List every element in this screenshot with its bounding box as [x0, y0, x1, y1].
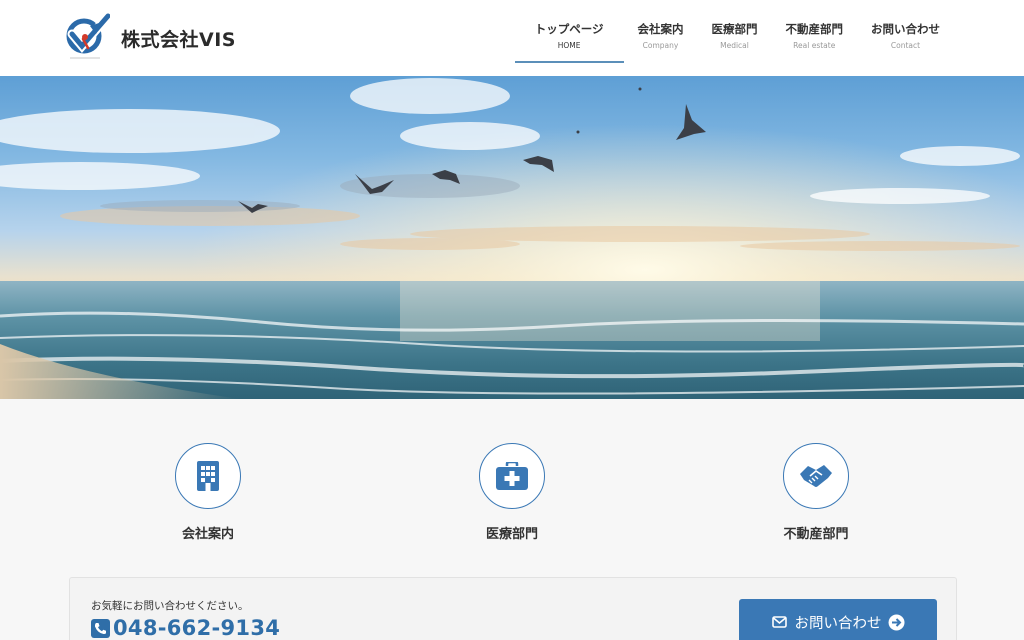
phone-number[interactable]: 048-662-9134	[91, 616, 280, 640]
main-nav: トップページ HOME 会社案内 Company 医療部門 Medical 不動…	[514, 0, 954, 76]
phone-square-icon	[91, 618, 110, 638]
nav-label: トップページ	[534, 21, 604, 36]
feature-section: 会社案内 医療部門 不動産部門	[0, 399, 1024, 576]
feature-label: 不動産部門	[783, 527, 849, 542]
feature-icon-circle[interactable]	[479, 443, 545, 509]
nav-label: 不動産部門	[785, 21, 844, 36]
nav-label: 会社案内	[637, 21, 684, 36]
nav-sublabel: Medical	[720, 40, 749, 50]
feature-real-estate[interactable]: 不動産部門	[746, 443, 886, 542]
phone-text: 048-662-9134	[113, 616, 281, 640]
contact-note: お気軽にお問い合わせください。	[91, 600, 249, 612]
nav-item-company[interactable]: 会社案内 Company	[624, 0, 698, 76]
feature-icon-circle[interactable]	[783, 443, 849, 509]
contact-button-label: お問い合わせ	[794, 615, 882, 632]
company-name[interactable]: 株式会社VIS	[121, 25, 236, 52]
hero-seascape	[0, 76, 1024, 399]
contact-button[interactable]: お問い合わせ	[739, 599, 937, 640]
contact-box: お気軽にお問い合わせください。 048-662-9134 お問い合わせ	[69, 577, 957, 640]
nav-item-home[interactable]: トップページ HOME	[514, 0, 624, 76]
hero-image	[0, 76, 1024, 399]
building-icon	[197, 461, 219, 491]
nav-label: 医療部門	[711, 21, 758, 36]
feature-company[interactable]: 会社案内	[138, 443, 278, 542]
feature-icon-circle[interactable]	[175, 443, 241, 509]
nav-label: お問い合わせ	[871, 21, 940, 36]
feature-label: 会社案内	[181, 527, 234, 542]
arrow-circle-right-icon	[888, 614, 904, 630]
handshake-icon	[800, 465, 832, 487]
nav-item-contact[interactable]: お問い合わせ Contact	[857, 0, 954, 76]
site-header: 株式会社VIS トップページ HOME 会社案内 Company 医療部門 Me…	[0, 0, 1024, 76]
nav-item-real-estate[interactable]: 不動産部門 Real estate	[772, 0, 858, 76]
nav-item-medical[interactable]: 医療部門 Medical	[698, 0, 772, 76]
envelope-icon	[771, 616, 787, 628]
company-logo[interactable]	[66, 11, 113, 62]
nav-sublabel: Company	[642, 40, 679, 50]
nav-sublabel: Real estate	[793, 40, 836, 50]
medical-kit-icon	[496, 462, 528, 490]
feature-medical[interactable]: 医療部門	[442, 443, 582, 542]
nav-sublabel: HOME	[557, 40, 581, 50]
nav-sublabel: Contact	[890, 40, 921, 50]
feature-label: 医療部門	[485, 527, 538, 542]
